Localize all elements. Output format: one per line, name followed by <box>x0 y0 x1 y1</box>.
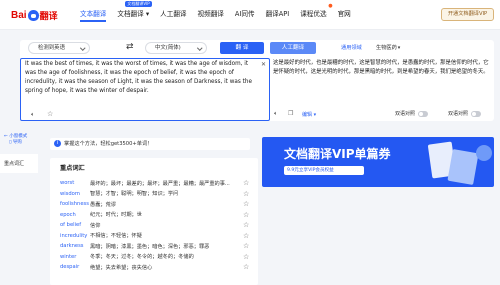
tip-text: 掌握这个方法，轻松get3500+单词！ <box>64 141 153 147</box>
info-icon: i <box>54 140 61 147</box>
vocab-meaning: 纪元；时代；时期；世 <box>90 212 142 218</box>
nav-human-translate[interactable]: 人工翻译 <box>160 8 186 18</box>
banner-subtitle: 9.9元立享VIP会员权益 <box>284 166 364 175</box>
nav-label: 官网 <box>337 10 351 18</box>
banner-title: 文档翻译VIP单篇券 <box>284 147 391 161</box>
nav-courses[interactable]: 课程优选 ● <box>300 3 332 18</box>
source-textarea[interactable]: It was the best of times, it was the wor… <box>20 58 270 121</box>
sync-toggle[interactable] <box>418 110 429 117</box>
nav-document-translate[interactable]: 文档翻译VIP 文档翻译 ▾ <box>117 1 152 18</box>
swap-icon[interactable]: ⇄ <box>126 42 134 53</box>
vocab-word[interactable]: incredulity <box>60 233 90 239</box>
vocab-word[interactable]: worst <box>60 180 90 186</box>
vocab-row: epoch 纪元；时代；时期；世 ☆ <box>60 210 256 220</box>
nav-official-site[interactable]: 官网 <box>338 8 351 18</box>
nav-translate-api[interactable]: 翻译API <box>266 8 290 18</box>
vocab-word[interactable]: despair <box>60 264 90 270</box>
star-icon[interactable]: ☆ <box>243 263 249 271</box>
open-vip-button[interactable]: 开通文档翻译VIP <box>441 8 494 21</box>
copy-icon[interactable]: ❐ <box>288 110 293 117</box>
star-icon[interactable]: ☆ <box>243 242 249 250</box>
vocab-row: winter 冬季；冬天；过冬；冬令的；越冬的；冬储的 ☆ <box>60 252 256 262</box>
vocab-row: despair 绝望；失去希望；丧失信心 ☆ <box>60 262 256 272</box>
logo-fanyi-text: 翻译 <box>39 11 58 22</box>
vocab-meaning: 黑暗；阴暗；漆黑；墨色；暗色；深色；邪恶；罪恶 <box>90 243 210 250</box>
vocab-meaning: 不相信；不轻信；怀疑 <box>90 233 142 239</box>
star-icon[interactable]: ☆ <box>243 179 249 187</box>
vocab-row: darkness 黑暗；阴暗；漆黑；墨色；暗色；深色；邪恶；罪恶 ☆ <box>60 241 256 251</box>
nav-label: 文档翻译 <box>117 10 144 18</box>
nav-label: 翻译API <box>265 10 290 18</box>
translation-card: 检测到英语 ⇄ 中文(简体) 翻 译 人工翻译 通用领域 生物医药 It was… <box>20 40 494 121</box>
source-language-select[interactable]: 检测到英语 <box>28 42 90 54</box>
compare-toggle[interactable] <box>471 110 482 117</box>
vocab-word[interactable]: winter <box>60 254 90 260</box>
sync-label: 双语对照 <box>395 111 416 117</box>
translate-badge-illustration <box>476 145 492 161</box>
paw-icon <box>27 9 39 21</box>
human-translate-button[interactable]: 人工翻译 <box>270 42 316 54</box>
translate-button[interactable]: 翻 译 <box>220 42 264 54</box>
vocab-row: incredulity 不相信；不轻信；怀疑 ☆ <box>60 231 256 241</box>
vocab-word[interactable]: epoch <box>60 212 90 218</box>
display-toggles: 双语对照 双语对照 <box>395 110 482 117</box>
vocab-meaning: 绝望；失去希望；丧失信心 <box>90 264 153 271</box>
vocab-word[interactable]: foolishness <box>60 201 90 207</box>
main-nav: 文本翻译 文档翻译VIP 文档翻译 ▾ 人工翻译 视频翻译 AI同传 翻译API… <box>80 1 362 22</box>
logo-bai-text: Bai <box>11 9 27 21</box>
guide-link[interactable]: ▯ 导购 <box>0 140 38 146</box>
vocab-meaning: 智慧；才智；聪明；明智；知识；学问 <box>90 191 179 197</box>
speaker-icon[interactable]: 🔈︎ <box>274 110 278 118</box>
vocab-title: 重点词汇 <box>60 165 85 172</box>
nav-label: AI同传 <box>234 10 255 18</box>
star-icon[interactable]: ☆ <box>243 211 249 219</box>
vocab-word[interactable]: darkness <box>60 243 90 249</box>
star-icon[interactable]: ☆ <box>47 110 53 118</box>
nav-label: 视频翻译 <box>197 10 224 18</box>
vocab-meaning: 信仰 <box>90 222 101 229</box>
vocab-row: worst 最坏的；最坏；最差的；最坏；最严重；最糟；最严重的事... ☆ <box>60 178 256 188</box>
vocab-meaning: 最坏的；最坏；最差的；最坏；最严重；最糟；最严重的事... <box>90 180 230 187</box>
star-icon[interactable]: ☆ <box>243 200 249 208</box>
compare-label: 双语对照 <box>448 111 469 117</box>
left-sidebar: ← 小窗模式 ▯ 导购 重点词汇 <box>0 134 38 173</box>
target-language-select[interactable]: 中文(简体) <box>145 42 207 54</box>
star-icon[interactable]: ☆ <box>243 190 249 198</box>
source-text[interactable]: It was the best of times, it was the wor… <box>25 60 257 96</box>
vocab-meaning: 愚蠢；荒谬 <box>90 201 116 208</box>
vip-promo-banner[interactable]: 文档翻译VIP单篇券 9.9元立享VIP会员权益 <box>262 137 494 187</box>
vocab-word[interactable]: wisdom <box>60 191 90 197</box>
baidu-translate-logo[interactable]: Bai 翻译 <box>11 9 58 22</box>
chevron-down-icon: ▾ <box>143 10 150 18</box>
star-icon[interactable]: ☆ <box>243 232 249 240</box>
vocab-row: foolishness 愚蠢；荒谬 ☆ <box>60 199 256 209</box>
close-icon[interactable]: ✕ <box>261 61 266 68</box>
tip-bar[interactable]: i 掌握这个方法，轻松get3500+单词！ <box>50 138 250 150</box>
nav-badge: 文档翻译VIP <box>125 1 152 7</box>
target-text: 这是最好的时代，也是最糟的时代，这是智慧的时代，是愚蠢的时代，那是信仰的时代，它… <box>273 60 489 75</box>
nav-label: 文本翻译 <box>80 10 107 18</box>
vocab-meaning: 冬季；冬天；过冬；冬令的；越冬的；冬储的 <box>90 254 194 260</box>
nav-label: 课程优选 <box>300 10 327 18</box>
edit-label: 编辑 <box>302 112 313 118</box>
document-illustration <box>447 148 479 186</box>
vocab-row: of belief 信仰 ☆ <box>60 220 256 230</box>
star-icon[interactable]: ☆ <box>243 221 249 229</box>
domain-label[interactable]: 通用领域 <box>341 44 362 51</box>
edit-button[interactable]: 编辑 ▾ <box>302 111 316 118</box>
key-vocabulary-panel: 重点词汇 worst 最坏的；最坏；最差的；最坏；最严重；最糟；最严重的事... ☆… <box>50 158 258 285</box>
nav-label: 人工翻译 <box>160 10 187 18</box>
speaker-icon[interactable]: 🔈︎ <box>31 111 35 119</box>
vocab-word[interactable]: of belief <box>60 222 90 228</box>
domain-select[interactable]: 生物医药 <box>376 44 400 51</box>
vocab-row: wisdom 智慧；才智；聪明；明智；知识；学问 ☆ <box>60 189 256 199</box>
nav-text-translate[interactable]: 文本翻译 <box>80 8 107 22</box>
top-bar: Bai 翻译 文本翻译 文档翻译VIP 文档翻译 ▾ 人工翻译 视频翻译 AI同… <box>0 0 500 30</box>
star-icon[interactable]: ☆ <box>243 253 249 261</box>
hot-icon: ● <box>328 3 333 9</box>
sidebar-section-key-words[interactable]: 重点词汇 <box>0 154 38 173</box>
nav-ai-interpret[interactable]: AI同传 <box>235 8 255 18</box>
nav-video-translate[interactable]: 视频翻译 <box>198 8 224 18</box>
